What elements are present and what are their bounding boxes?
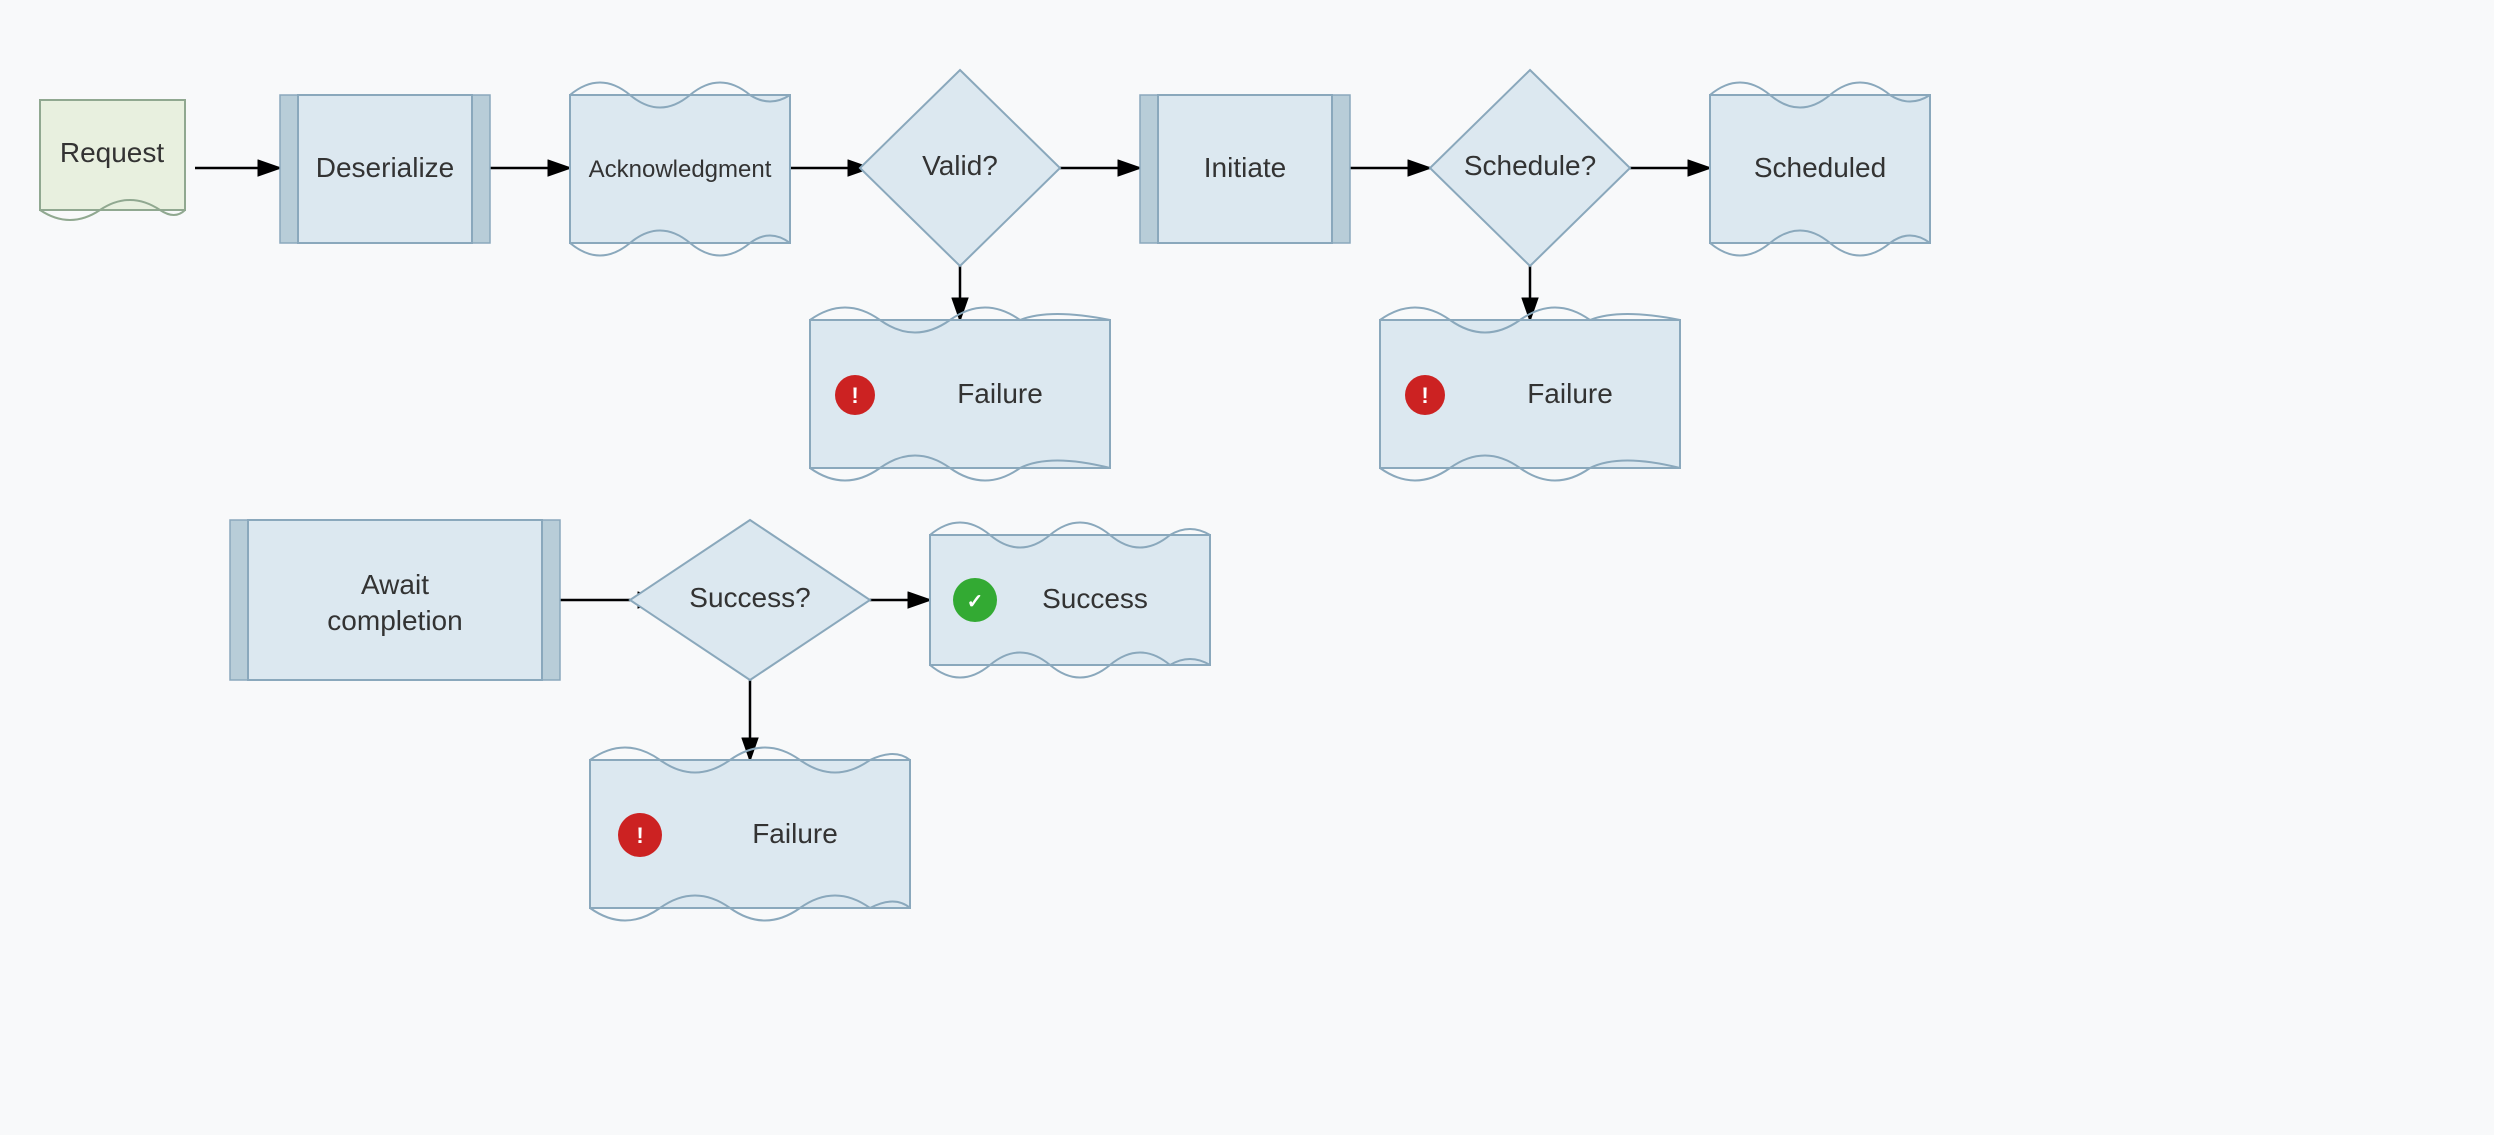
failure2-label: Failure	[1527, 378, 1613, 409]
svg-text:!: !	[1421, 383, 1428, 408]
node-schedule: Schedule?	[1430, 70, 1630, 266]
node-success: ✓ Success	[930, 523, 1210, 678]
node-failure2: ! Failure	[1380, 308, 1680, 481]
deserialize-label: Deserialize	[316, 152, 455, 183]
scheduled-label: Scheduled	[1754, 152, 1886, 183]
acknowledgment-label: Acknowledgment	[589, 156, 772, 183]
await-label2: completion	[327, 605, 462, 636]
await-label1: Await	[361, 569, 429, 600]
flow-diagram: Request Deserialize Acknowledgment Valid…	[0, 0, 2494, 1135]
request-label: Request	[60, 137, 165, 168]
svg-text:✓: ✓	[967, 591, 984, 613]
node-initiate: Initiate	[1140, 95, 1350, 243]
valid-label: Valid?	[922, 150, 998, 181]
node-scheduled: Scheduled	[1710, 83, 1930, 256]
diagram-container: Request Deserialize Acknowledgment Valid…	[0, 0, 2494, 1135]
svg-text:!: !	[851, 383, 858, 408]
node-await: Await completion	[230, 520, 560, 680]
success-q-label: Success?	[689, 582, 810, 613]
node-valid: Valid?	[860, 70, 1060, 266]
node-request: Request	[40, 100, 185, 220]
initiate-label: Initiate	[1204, 152, 1287, 183]
node-acknowledgment: Acknowledgment	[570, 83, 790, 256]
failure1-label: Failure	[957, 378, 1043, 409]
schedule-label: Schedule?	[1464, 150, 1596, 181]
svg-text:!: !	[636, 823, 643, 848]
node-failure1: ! Failure	[810, 308, 1110, 481]
failure3-label: Failure	[752, 818, 838, 849]
node-deserialize: Deserialize	[280, 95, 490, 243]
node-failure3: ! Failure	[590, 748, 910, 921]
success-label: Success	[1042, 583, 1148, 614]
node-success-q: Success?	[630, 520, 870, 680]
